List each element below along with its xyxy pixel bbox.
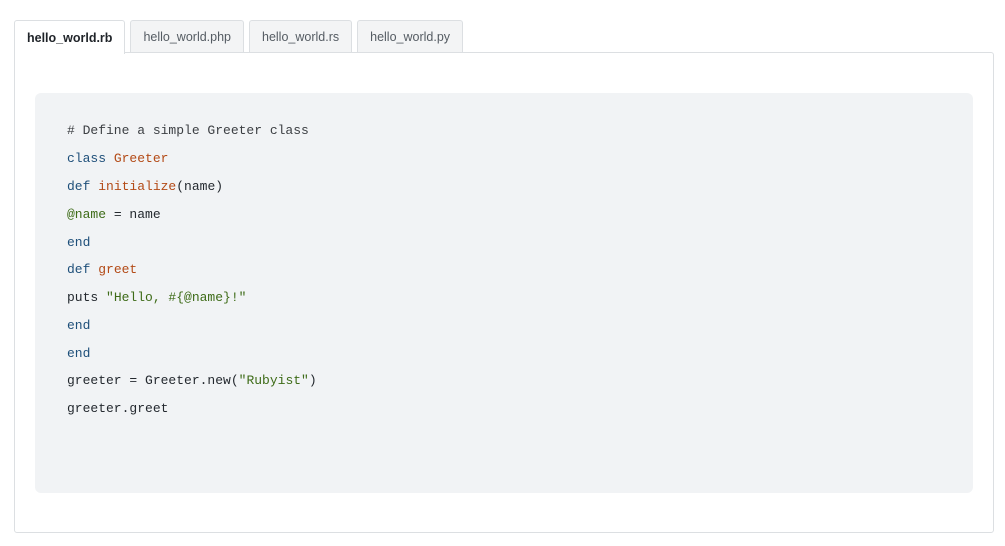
code-method-name: greet bbox=[98, 262, 138, 277]
code-line: end bbox=[67, 319, 973, 332]
code-line: greeter.greet bbox=[67, 402, 973, 415]
code-class-name: Greeter bbox=[113, 151, 169, 166]
code-text: puts bbox=[67, 290, 107, 305]
code-keyword: end bbox=[67, 346, 91, 361]
code-keyword: def bbox=[67, 262, 91, 277]
code-line: def initialize(name) bbox=[67, 180, 973, 193]
tab-hello-world-php[interactable]: hello_world.php bbox=[130, 20, 244, 53]
code-line: # Define a simple Greeter class bbox=[67, 124, 973, 137]
code-line: end bbox=[67, 236, 973, 249]
tab-panel: # Define a simple Greeter class class Gr… bbox=[14, 52, 994, 533]
file-tabs: hello_world.rb hello_world.php hello_wor… bbox=[14, 20, 464, 54]
code-text: greeter.greet bbox=[67, 401, 169, 416]
code-comment: # Define a simple Greeter class bbox=[67, 123, 309, 138]
code-keyword: end bbox=[67, 235, 91, 250]
code-line: puts "Hello, #{@name}!" bbox=[67, 291, 973, 304]
code-string: "Hello, #{@name}!" bbox=[106, 290, 247, 305]
tab-hello-world-rs[interactable]: hello_world.rs bbox=[249, 20, 353, 53]
code-keyword: def bbox=[67, 179, 91, 194]
code-keyword: end bbox=[67, 318, 91, 333]
code-text: (name) bbox=[176, 179, 224, 194]
code-block: # Define a simple Greeter class class Gr… bbox=[35, 93, 973, 493]
code-string: "Rubyist" bbox=[238, 373, 309, 388]
code-text: greeter = Greeter.new( bbox=[67, 373, 239, 388]
code-line: greeter = Greeter.new("Rubyist") bbox=[67, 374, 973, 387]
code-line: end bbox=[67, 347, 973, 360]
code-line: def greet bbox=[67, 263, 973, 276]
code-text: ) bbox=[308, 373, 317, 388]
code-text: = name bbox=[106, 207, 161, 222]
code-line: class Greeter bbox=[67, 152, 973, 165]
code-line: @name = name bbox=[67, 208, 973, 221]
code-method-name: initialize bbox=[98, 179, 177, 194]
tab-hello-world-rb[interactable]: hello_world.rb bbox=[14, 20, 126, 54]
code-instance-variable: @name bbox=[67, 207, 107, 222]
code-keyword: class bbox=[67, 151, 107, 166]
tab-hello-world-py[interactable]: hello_world.py bbox=[357, 20, 464, 53]
